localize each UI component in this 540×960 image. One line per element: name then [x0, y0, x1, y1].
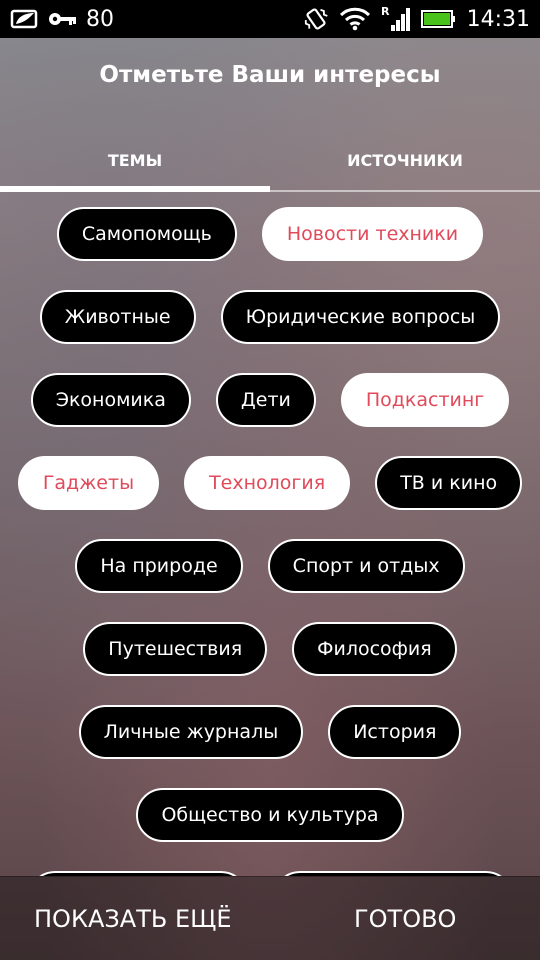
topic-chip[interactable]: Самопомощь: [56, 207, 237, 261]
topic-chip[interactable]: Животные: [39, 290, 196, 344]
topic-chip[interactable]: История: [328, 705, 462, 759]
topic-chip[interactable]: Общество и культура: [136, 788, 404, 842]
topic-chip-row: Личные журналы История: [0, 705, 540, 759]
topic-chip-list: Самопомощь Новости техники Животные Юридиче…: [0, 204, 540, 876]
topic-chip[interactable]: Экономика: [30, 373, 191, 427]
topic-chip[interactable]: Юридические вопросы: [220, 290, 501, 344]
topic-chip-row: Экономика Дети Подкастинг: [0, 373, 540, 427]
topic-chip[interactable]: ТВ и кино: [375, 456, 523, 510]
topic-chip-row: Самопомощь Новости техники: [0, 207, 540, 261]
topic-chip[interactable]: На природе: [75, 539, 243, 593]
status-bar-left: 80: [10, 0, 114, 38]
topic-chip[interactable]: Путешествия: [83, 622, 268, 676]
battery-icon: [420, 8, 457, 30]
key-icon: [48, 8, 78, 30]
topic-chip[interactable]: Гаджеты: [17, 456, 160, 510]
topic-chip[interactable]: Новости техники: [261, 207, 484, 261]
tab-sources[interactable]: ИСТОЧНИКИ: [270, 132, 540, 188]
wifi-icon: [339, 7, 371, 31]
show-more-button[interactable]: ПОКАЗАТЬ ЕЩЁ: [34, 877, 232, 960]
clock-text: 14:31: [466, 6, 530, 32]
vibrate-icon: [303, 6, 329, 32]
tab-selected-indicator: [0, 186, 270, 192]
topic-chip[interactable]: Технология: [184, 456, 351, 510]
tab-bar: ТЕМЫ ИСТОЧНИКИ: [0, 132, 540, 194]
topic-chip-row: Путешествия Философия: [0, 622, 540, 676]
topic-chip-row: Животные Юридические вопросы: [0, 290, 540, 344]
roaming-indicator: R: [381, 5, 390, 18]
topic-chip[interactable]: Личные журналы: [78, 705, 304, 759]
status-bar-right: R 14:31: [303, 0, 530, 38]
topic-chip-row: Общество и культура: [0, 788, 540, 842]
signal-icon: R: [381, 5, 411, 33]
status-bar: 80 R 14:31: [0, 0, 540, 38]
screen: 80 R 14:31 Отметьте Ваши интересы ТЕМЫ И…: [0, 0, 540, 960]
battery-percent-text: 80: [86, 6, 114, 32]
page-title: Отметьте Ваши интересы: [99, 62, 441, 88]
photo-leaf-icon: [10, 8, 40, 30]
topic-chip[interactable]: Подкастинг: [340, 373, 510, 427]
topic-chip-row: Гаджеты Технология ТВ и кино: [0, 456, 540, 510]
done-button[interactable]: ГОТОВО: [354, 877, 456, 960]
topic-chip[interactable]: Спорт и отдых: [267, 539, 465, 593]
topic-chip-row: На природе Спорт и отдых: [0, 539, 540, 593]
topic-chip[interactable]: Дети: [215, 373, 316, 427]
bottom-action-bar: ПОКАЗАТЬ ЕЩЁ ГОТОВО: [0, 876, 540, 960]
tab-themes[interactable]: ТЕМЫ: [0, 132, 270, 188]
topic-chip[interactable]: Философия: [292, 622, 457, 676]
